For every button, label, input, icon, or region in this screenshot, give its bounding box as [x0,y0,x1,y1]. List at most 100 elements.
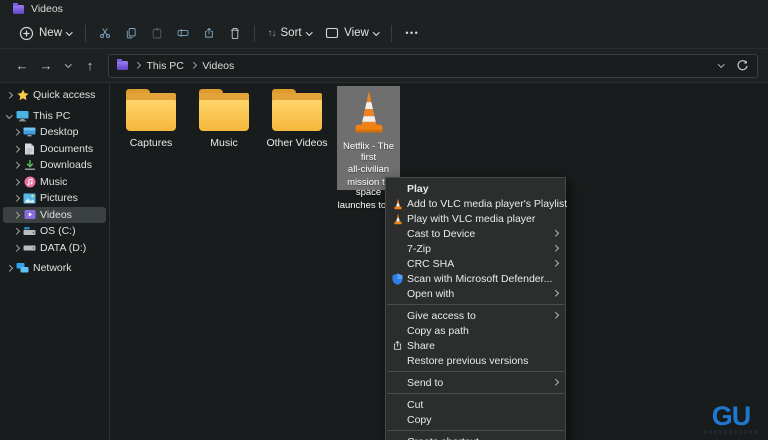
sidebar-item-videos[interactable]: Videos [3,206,106,223]
defender-shield-icon [390,273,405,285]
menu-separator [387,304,564,305]
music-icon [22,176,37,188]
expand-chevron-icon[interactable] [10,145,22,152]
expand-chevron-icon[interactable] [10,228,22,235]
expand-chevron-icon[interactable] [10,211,22,218]
cut-button[interactable] [92,21,118,45]
expand-chevron-icon[interactable] [10,178,22,185]
vlc-cone-icon [390,197,405,210]
menu-item-play[interactable]: Play [386,181,565,196]
breadcrumb-chevron-icon [189,62,197,69]
sidebar-item-os-c-drive[interactable]: OS (C:) [3,223,106,240]
file-name-line: Netflix - The first [342,141,395,163]
ellipsis-icon: ••• [405,28,420,38]
sidebar-item-data-d-drive[interactable]: DATA (D:) [3,240,106,257]
more-options-button[interactable]: ••• [398,21,426,45]
expand-chevron-icon[interactable] [10,129,22,136]
expand-chevron-icon[interactable] [10,162,22,169]
expand-chevron-icon[interactable] [10,244,22,251]
paste-icon [152,28,161,39]
recent-locations-button[interactable] [58,61,78,68]
menu-item-add-to-vlc-playlist[interactable]: Add to VLC media player's Playlist [386,196,567,211]
menu-item-give-access-to[interactable]: Give access to [386,308,565,323]
toolbar-separator [253,24,255,42]
new-button[interactable]: New [12,21,79,45]
delete-button[interactable] [222,21,248,45]
scissors-icon [99,28,110,38]
menu-item-copy[interactable]: Copy [386,412,565,427]
paste-button[interactable] [144,21,170,45]
sidebar-item-quick-access[interactable]: Quick access [3,87,106,104]
address-bar-row: ← → ↑ This PC Videos [0,49,768,128]
sidebar-item-this-pc[interactable]: This PC [3,108,106,125]
watermark-text: GU [711,401,752,431]
view-grid-icon [326,27,339,39]
menu-item-7zip[interactable]: 7-Zip [386,241,565,256]
forward-button[interactable]: → [34,58,58,73]
file-name-line: all-civilian [347,164,390,175]
vlc-cone-icon [355,90,382,133]
content-area: Quick access This PC Desktop Documents D… [0,83,768,440]
back-button[interactable]: ← [10,58,34,73]
breadcrumb-this-pc[interactable]: This PC [147,60,184,72]
new-button-label: New [39,27,63,39]
menu-item-cast-to-device[interactable]: Cast to Device [386,226,565,241]
sidebar-item-music[interactable]: Music [3,174,106,191]
rename-icon [177,29,188,37]
menu-item-crc-sha[interactable]: CRC SHA [386,256,565,271]
sidebar-item-desktop[interactable]: Desktop [3,124,106,141]
window-title: Videos [31,3,63,15]
share-button[interactable] [196,21,222,45]
folder-tile-captures[interactable]: Captures [116,89,186,149]
sort-button-label: Sort [280,27,302,39]
menu-item-send-to[interactable]: Send to [386,375,565,390]
sort-button[interactable]: ↑↓ Sort [261,21,319,45]
folder-name: Other Videos [266,137,328,149]
rename-button[interactable] [170,21,196,45]
sidebar-item-downloads[interactable]: Downloads [3,157,106,174]
navigation-pane: Quick access This PC Desktop Documents D… [0,83,110,440]
up-button[interactable]: ↑ [78,58,102,73]
folder-tile-other-videos[interactable]: Other Videos [256,89,338,149]
copy-icon [126,28,136,39]
network-icon [15,262,30,274]
desktop-icon [22,126,37,138]
menu-item-copy-as-path[interactable]: Copy as path [386,323,565,338]
view-button[interactable]: View [318,21,385,45]
folder-icon [271,89,323,131]
chevron-down-icon [66,28,73,36]
expand-chevron-icon[interactable] [10,195,22,202]
folder-name: Music [210,137,238,149]
command-toolbar: New ↑↓ Sort View ••• [0,18,768,49]
menu-item-scan-with-defender[interactable]: Scan with Microsoft Defender... [386,271,565,286]
address-bar[interactable]: This PC Videos [108,53,758,78]
document-icon [22,143,37,155]
address-dropdown-chevron-icon[interactable] [717,61,724,68]
menu-item-play-with-vlc[interactable]: Play with VLC media player [386,211,565,226]
menu-item-restore-previous-versions[interactable]: Restore previous versions [386,353,565,368]
expand-chevron-icon[interactable] [3,92,15,99]
refresh-icon[interactable] [736,59,749,72]
sidebar-item-pictures[interactable]: Pictures [3,190,106,207]
menu-item-cut[interactable]: Cut [386,397,565,412]
breadcrumb-folder-icon [117,59,128,70]
breadcrumb-chevron-icon [134,62,141,69]
sidebar-item-documents[interactable]: Documents [3,141,106,158]
breadcrumb-videos[interactable]: Videos [202,60,234,72]
sidebar-item-network[interactable]: Network [3,260,106,277]
folder-tile-music[interactable]: Music [189,89,259,149]
menu-item-open-with[interactable]: Open with [386,286,565,301]
pictures-icon [22,193,37,204]
copy-button[interactable] [118,21,144,45]
title-bar: Videos [0,0,768,18]
selected-video-file[interactable]: Netflix - The first all-civilian mission… [337,86,400,210]
download-icon [22,159,37,171]
computer-icon [15,110,30,122]
submenu-chevron-icon [551,312,558,319]
menu-item-create-shortcut[interactable]: Create shortcut [386,434,565,440]
collapse-chevron-icon[interactable] [3,111,15,118]
menu-item-share[interactable]: Share [386,338,565,353]
share-icon [390,340,405,351]
menu-separator [387,371,564,372]
expand-chevron-icon[interactable] [3,265,15,272]
